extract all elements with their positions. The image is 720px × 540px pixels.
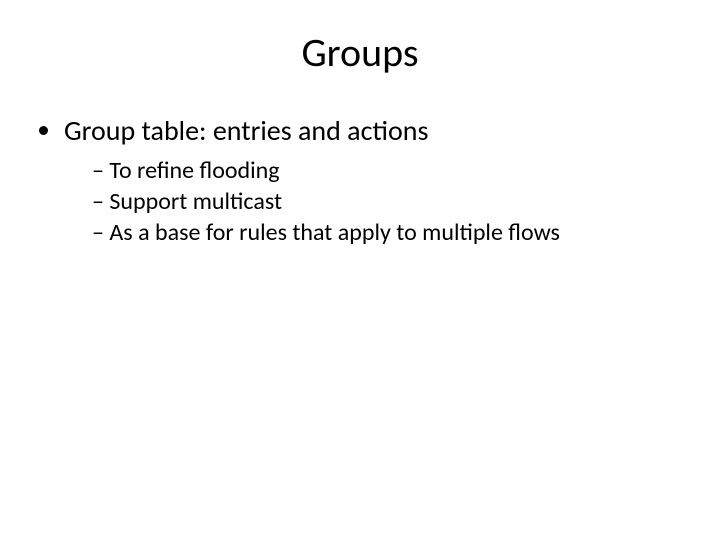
- list-item: To refine flooding: [92, 156, 684, 185]
- sub-bullet-list: To refine flooding Support multicast As …: [64, 156, 684, 247]
- list-item: Group table: entries and actions To refi…: [64, 113, 684, 247]
- list-item-text: As a base for rules that apply to multip…: [109, 218, 560, 247]
- slide: Groups Group table: entries and actions …: [0, 0, 720, 540]
- list-item: Support multicast: [92, 187, 684, 216]
- list-item: As a base for rules that apply to multip…: [92, 218, 684, 247]
- list-item-text: Support multicast: [109, 187, 282, 216]
- list-item-text: Group table: entries and actions: [64, 113, 428, 148]
- bullet-list: Group table: entries and actions To refi…: [36, 113, 684, 247]
- list-item-text: To refine flooding: [109, 156, 279, 185]
- slide-title: Groups: [36, 28, 684, 77]
